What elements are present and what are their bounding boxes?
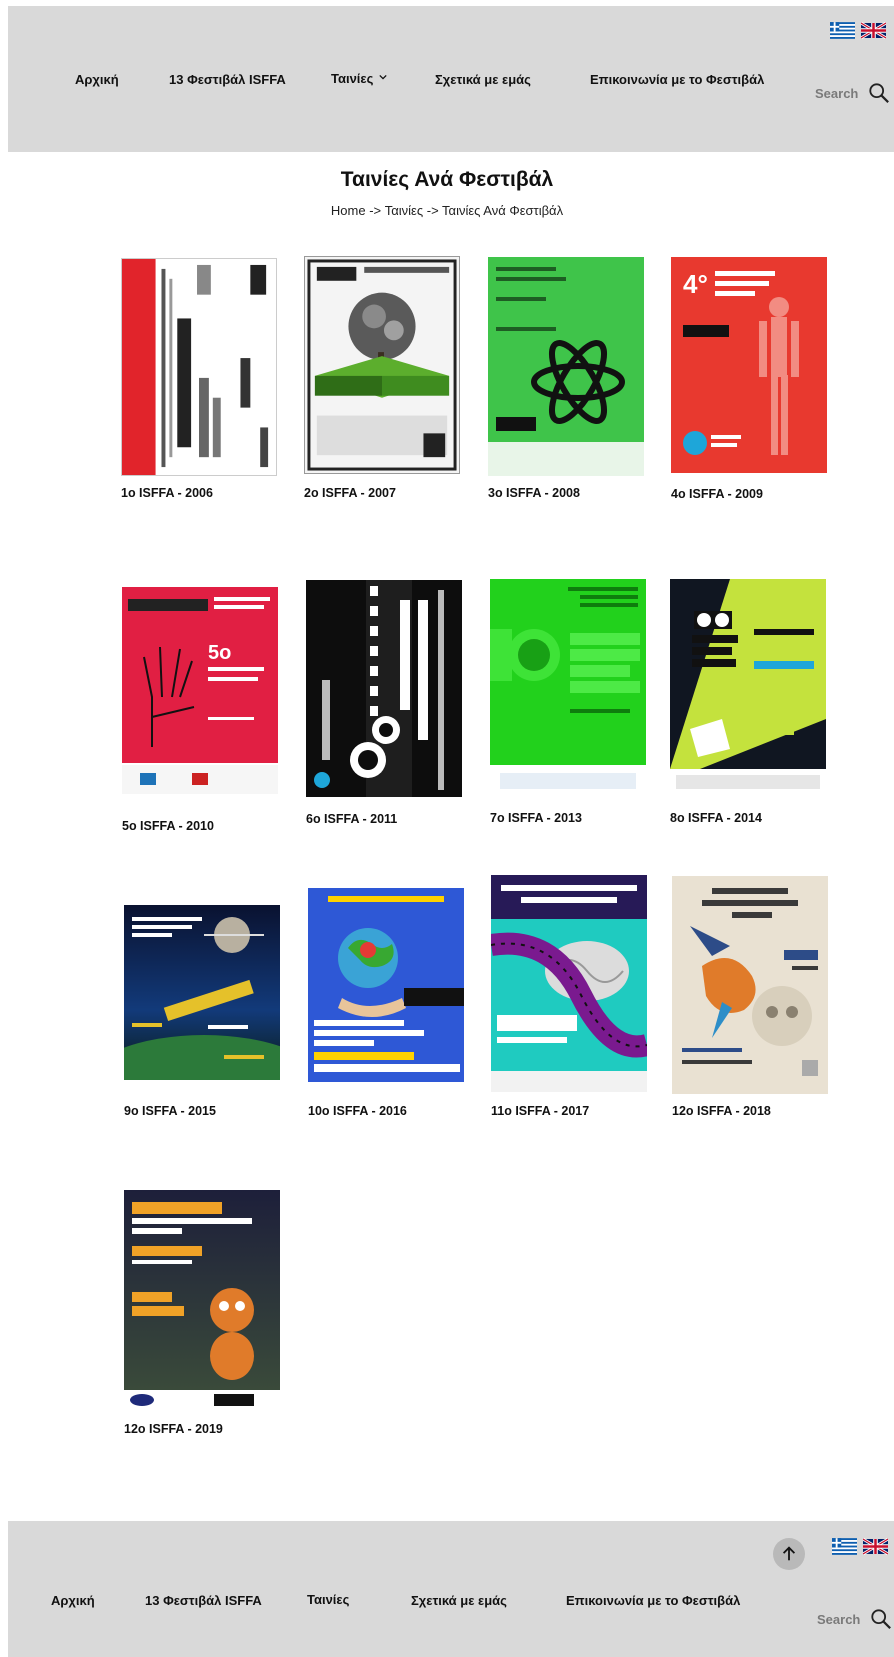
- nav-contact[interactable]: Επικοινωνία με το Φεστιβάλ: [590, 72, 764, 87]
- festival-caption[interactable]: 12o ISFFA - 2019: [124, 1422, 223, 1436]
- festival-caption[interactable]: 9o ISFFA - 2015: [124, 1104, 216, 1118]
- svg-text:4°: 4°: [683, 269, 708, 299]
- nav-home[interactable]: Αρχική: [75, 72, 119, 87]
- festival-caption[interactable]: 4o ISFFA - 2009: [671, 487, 763, 501]
- footer-nav-festival-13[interactable]: 13 Φεστιβάλ ISFFA: [145, 1593, 262, 1608]
- festival-caption[interactable]: 7o ISFFA - 2013: [490, 811, 582, 825]
- chevron-down-icon: [379, 74, 388, 80]
- footer-nav-contact[interactable]: Επικοινωνία με το Φεστιβάλ: [566, 1593, 740, 1608]
- festival-poster-2008[interactable]: [488, 257, 644, 476]
- breadcrumb-current: Ταινίες Ανά Φεστιβάλ: [442, 203, 564, 218]
- festival-poster-2016[interactable]: [308, 888, 464, 1082]
- breadcrumb-separator: ->: [423, 203, 443, 218]
- uk-flag-icon[interactable]: [861, 22, 886, 39]
- page-title: Ταινίες Ανά Φεστιβάλ: [340, 168, 554, 191]
- language-switcher: [830, 22, 886, 39]
- festival-caption[interactable]: 10o ISFFA - 2016: [308, 1104, 407, 1118]
- festival-poster-2011[interactable]: [306, 580, 462, 797]
- festival-caption[interactable]: 5o ISFFA - 2010: [122, 819, 214, 833]
- nav-films-label: Ταινίες: [331, 71, 374, 86]
- breadcrumb-films[interactable]: Ταινίες: [385, 203, 423, 218]
- search-icon[interactable]: [870, 1608, 892, 1630]
- greek-flag-icon[interactable]: [832, 1538, 857, 1555]
- search-label: Search: [815, 85, 859, 101]
- festival-poster-2015[interactable]: [124, 905, 280, 1080]
- nav-films[interactable]: Ταινίες: [331, 71, 388, 86]
- breadcrumb: Home -> Ταινίες -> Ταινίες Ανά Φεστιβάλ: [0, 203, 894, 218]
- festival-poster-2014[interactable]: [670, 579, 826, 798]
- arrow-up-icon: [782, 1546, 796, 1561]
- festival-poster-2006[interactable]: [121, 258, 277, 476]
- footer-language-switcher: [832, 1538, 888, 1555]
- festival-poster-2019[interactable]: [124, 1190, 280, 1410]
- festival-poster-2009[interactable]: 4°: [671, 257, 827, 473]
- festival-caption[interactable]: 3o ISFFA - 2008: [488, 486, 580, 500]
- footer-nav-about[interactable]: Σχετικά με εμάς: [411, 1593, 507, 1608]
- nav-about[interactable]: Σχετικά με εμάς: [435, 72, 531, 87]
- festival-poster-2010[interactable]: 5o: [122, 587, 278, 794]
- header-search[interactable]: Search: [815, 82, 890, 104]
- festival-caption[interactable]: 2o ISFFA - 2007: [304, 486, 396, 500]
- search-label: Search: [817, 1611, 861, 1627]
- breadcrumb-home[interactable]: Home: [331, 203, 366, 218]
- festival-caption[interactable]: 8o ISFFA - 2014: [670, 811, 762, 825]
- search-icon[interactable]: [868, 82, 890, 104]
- scroll-to-top-button[interactable]: [773, 1538, 805, 1570]
- footer-nav-films[interactable]: Ταινίες: [307, 1592, 349, 1607]
- festival-poster-2018[interactable]: [672, 876, 828, 1094]
- festival-caption[interactable]: 11o ISFFA - 2017: [491, 1104, 589, 1118]
- nav-festival-13[interactable]: 13 Φεστιβάλ ISFFA: [169, 72, 286, 87]
- svg-text:5o: 5o: [208, 642, 231, 664]
- footer-search[interactable]: Search: [817, 1608, 892, 1630]
- header-bar: Αρχική 13 Φεστιβάλ ISFFA Ταινίες Σχετικά…: [8, 6, 894, 152]
- festival-poster-2007[interactable]: [304, 256, 460, 474]
- festival-poster-2013[interactable]: [490, 579, 646, 798]
- festival-poster-2017[interactable]: [491, 875, 647, 1092]
- uk-flag-icon[interactable]: [863, 1538, 888, 1555]
- breadcrumb-separator: ->: [365, 203, 385, 218]
- festival-caption[interactable]: 6o ISFFA - 2011: [306, 812, 397, 826]
- festival-caption[interactable]: 1o ISFFA - 2006: [121, 486, 213, 500]
- festival-caption[interactable]: 12o ISFFA - 2018: [672, 1104, 771, 1118]
- footer-nav-home[interactable]: Αρχική: [51, 1593, 95, 1608]
- greek-flag-icon[interactable]: [830, 22, 855, 39]
- footer-bar: Αρχική 13 Φεστιβάλ ISFFA Ταινίες Σχετικά…: [8, 1521, 894, 1657]
